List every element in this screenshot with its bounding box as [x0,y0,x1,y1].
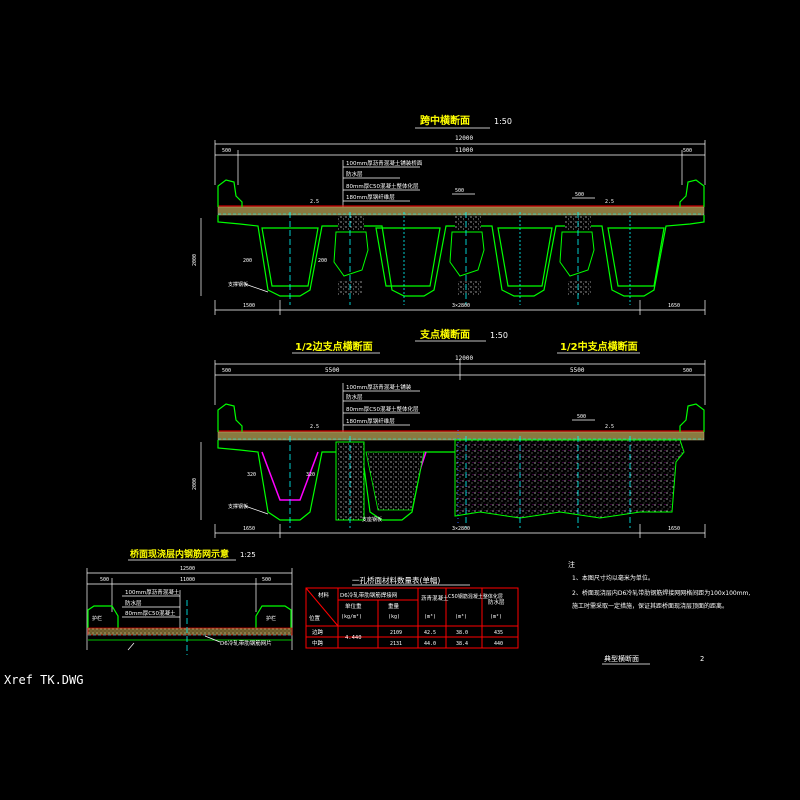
table-title: 一孔桥面材料数量表(单幅) [352,575,440,585]
notes-title: 注 [568,560,575,569]
s2-dim-edge-r: 500 [683,368,692,374]
s2-mark-slope-l: 2.5 [310,424,319,430]
s3-label-3: 80mm厚C50混凝土 [125,609,176,617]
s3-dim-r: 500 [262,577,271,583]
s2-left-plate: 支撑钢板 [228,503,248,510]
s2-dim-edge-l: 500 [222,368,231,374]
s1-left-200a: 200 [243,258,252,264]
drawing-title: 典型横断面 [604,654,639,663]
s1-joints [333,216,595,295]
s2-support-plate: 支座钢板 [362,516,382,523]
th-rebar: D6冷轧带肋钢筋焊接网 [340,591,398,599]
th-material: 材料 [318,591,330,599]
s1-left-plate: 支撑钢板 [228,281,248,288]
s1-left-height: 2000 [192,254,198,266]
s1-mark-slope-r: 2.5 [605,199,614,205]
s2-bot-left: 1650 [243,526,255,532]
s3-label-1: 100mm厚沥青混凝土 [125,588,180,596]
s1-bot-mid: 3×2800 [452,303,470,309]
row2-weight: 2131 [390,641,402,647]
s2-left-320a: 320 [247,472,256,478]
s1-bot-left: 1500 [243,303,255,309]
s1-mark-slope-l: 2.5 [310,199,319,205]
s2-mark-500: 500 [577,414,586,420]
note-3: 施工时需采取一定措施，保证其距桥面现浇层顶面的距离。 [572,602,728,610]
s3-dim-mid: 11000 [180,577,195,583]
s2-layer-2: 防水层 [346,393,363,401]
section3-title: 桥面现浇层内钢筋网示意 [130,548,229,560]
s2-dim-right: 5500 [570,367,585,374]
row1-asphalt: 42.5 [424,630,436,636]
section2-right-title: 1/2中支点横断面 [560,340,638,353]
row2-label: 中跨 [312,639,324,647]
s2-layer-1: 100mm厚沥青混凝土铺装 [346,383,412,391]
s1-layer-4: 180mm厚钢纤维层 [346,193,395,201]
section1: 跨中横断面 1:50 12000 11000 500 500 100mm厚沥青混… [192,114,706,315]
s2-left-320b: 320 [306,472,315,478]
s1-dim-right: 500 [683,148,692,154]
s3-dim-total: 12500 [180,566,195,572]
unit-4: (m³) [455,614,467,620]
note-2: 2、桥面现浇层内D6冷轧带肋钢筋焊接网网格间距为100x100mm, [572,589,750,597]
unit-5: (m²) [490,614,502,620]
th-asphalt: 沥青混凝土 [421,594,449,602]
row2-waterproof: 440 [494,641,503,647]
s1-dim-left: 500 [222,148,231,154]
s2-mark-slope-r: 2.5 [605,424,614,430]
s3-barrier-r: 护栏 [266,615,276,622]
section2-scale: 1:50 [490,331,508,340]
th-weight: 重量 [388,602,400,610]
th-waterproof: 防水层 [488,598,505,606]
s3-dim-l: 500 [100,577,109,583]
section2-left-title: 1/2边支点横断面 [295,340,373,353]
s2-dim-left: 5500 [325,367,340,374]
row1-waterproof: 435 [494,630,503,636]
th-c50: C50钢筋混凝土整体化层 [448,593,503,600]
s1-bot-right: 1650 [668,303,680,309]
row1-weight: 2109 [390,630,402,636]
unit-2: (kg) [388,614,400,620]
th-unitweight: 单位重 [345,602,362,610]
section1-title: 跨中横断面 [420,114,470,127]
s1-dim-inner: 11000 [455,147,473,154]
s3-label-2: 防水层 [125,599,142,607]
unit-3: (m³) [424,614,436,620]
cad-drawing: 跨中横断面 1:50 12000 11000 500 500 100mm厚沥青混… [86,114,750,665]
th-position: 位置 [309,614,321,622]
material-table: 一孔桥面材料数量表(单幅) 材料 位置 D6冷轧带肋钢筋焊接网 沥青混凝土 C5… [305,575,519,649]
section3-scale: 1:25 [240,551,256,559]
s1-left-200b: 200 [318,258,327,264]
section2-title: 支点横断面 [419,328,470,341]
s1-layer-1: 100mm厚沥青混凝土铺装桥面 [346,159,423,167]
s2-dim-total: 12000 [455,355,473,362]
section1-scale: 1:50 [494,117,512,126]
note-1: 1、本图尺寸均以毫米为单位。 [572,574,654,582]
s1-dim-total: 12000 [455,135,473,142]
section3: 桥面现浇层内钢筋网示意 1:25 12500 500 11000 500 护栏 … [86,548,293,655]
sheet-number: 2 [700,655,704,663]
s2-layer-3: 80mm厚C50混凝土整体化层 [346,405,419,413]
s1-layer-3: 80mm厚C50混凝土整体化层 [346,182,419,190]
s2-bot-mid: 3×2800 [452,526,470,532]
unit-1: (kg/m²) [341,614,362,620]
row2-asphalt: 44.0 [424,641,436,647]
s2-layer-4: 180mm厚钢纤维层 [346,417,395,425]
s2-left-height: 2000 [192,478,198,490]
unit-weight-value: 4.440 [345,635,362,641]
s2-bot-right: 1650 [668,526,680,532]
row1-c50: 38.0 [456,630,468,636]
xref-label: Xref TK.DWG [4,673,84,687]
s1-mark-500a: 500 [455,188,464,194]
row1-label: 边跨 [312,628,324,636]
s3-barrier-l: 护栏 [92,615,102,622]
s1-layer-2: 防水层 [346,170,363,178]
s1-layers: 100mm厚沥青混凝土铺装桥面 防水层 80mm厚C50混凝土整体化层 180m… [342,159,423,210]
s2-layers: 100mm厚沥青混凝土铺装 防水层 80mm厚C50混凝土整体化层 180mm厚… [342,383,420,432]
s1-mark-500b: 500 [575,192,584,198]
s3-label-4: D6冷轧带肋钢筋网片 [220,639,272,647]
row2-c50: 38.4 [456,641,468,647]
section2: 支点横断面 1:50 1/2边支点横断面 1/2中支点横断面 12000 550… [192,328,706,538]
notes: 注 1、本图尺寸均以毫米为单位。 2、桥面现浇层内D6冷轧带肋钢筋焊接网网格间距… [568,560,750,610]
